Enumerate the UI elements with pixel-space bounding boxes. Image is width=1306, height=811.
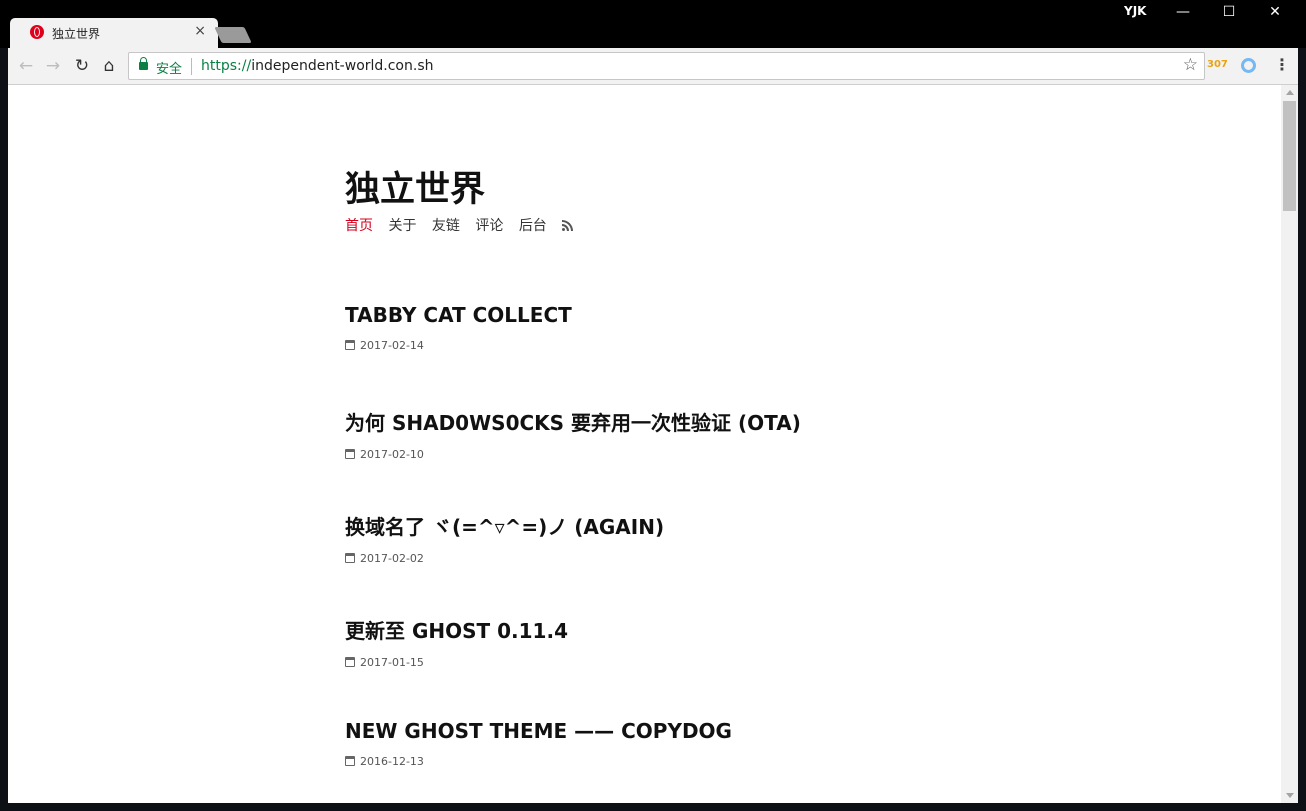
nav-item-about[interactable]: 关于 (388, 218, 416, 234)
post-date: 2017-02-02 (345, 552, 664, 565)
nav-item-admin[interactable]: 后台 (519, 218, 547, 234)
reload-button[interactable]: ↻ (71, 54, 93, 78)
post-date: 2016-12-13 (345, 755, 732, 768)
post-date-text: 2017-02-14 (360, 339, 424, 352)
window-frame-bottom (0, 803, 1306, 811)
nav-item-comments[interactable]: 评论 (475, 218, 503, 234)
post-date: 2017-02-10 (345, 448, 801, 461)
post-title[interactable]: 更新至 GHOST 0.11.4 (345, 615, 568, 644)
browser-tab[interactable]: 独立世界 × (10, 18, 218, 48)
opera-icon (30, 25, 44, 39)
nav-item-links[interactable]: 友链 (432, 218, 460, 234)
new-tab-button[interactable] (214, 27, 252, 43)
url-scheme: https:// (201, 58, 252, 74)
forward-button[interactable]: → (42, 54, 64, 78)
maximize-button[interactable]: ☐ (1214, 4, 1244, 20)
close-window-button[interactable]: ✕ (1260, 4, 1290, 20)
site-nav: 首页 关于 友链 评论 后台 (345, 215, 574, 235)
window-frame-right (1298, 48, 1306, 803)
post-item: NEW GHOST THEME —— COPYDOG 2016-12-13 (345, 719, 732, 768)
calendar-icon (345, 553, 355, 563)
window-frame-left (0, 48, 8, 803)
lock-icon[interactable] (139, 57, 148, 70)
browser-toolbar: ← → ↻ ⌂ 安全 https://independent-world.con… (8, 48, 1298, 85)
calendar-icon (345, 449, 355, 459)
post-item: 更新至 GHOST 0.11.4 2017-01-15 (345, 615, 568, 669)
post-item: 为何 SHAD0WS0CKS 要弃用一次性验证 (OTA) 2017-02-10 (345, 407, 801, 461)
home-button[interactable]: ⌂ (98, 54, 120, 78)
address-bar[interactable]: 安全 https://independent-world.con.sh ☆ (128, 52, 1205, 80)
browser-menu-icon[interactable]: ⋮ (1274, 55, 1290, 74)
minimize-button[interactable]: — (1168, 4, 1198, 20)
scrollbar-thumb[interactable] (1283, 101, 1296, 211)
secure-label[interactable]: 安全 (156, 58, 182, 77)
vertical-scrollbar[interactable] (1281, 85, 1298, 803)
calendar-icon (345, 657, 355, 667)
page-viewport: 独立世界 首页 关于 友链 评论 后台 TABBY CAT COLLECT 20… (8, 85, 1298, 803)
post-title[interactable]: TABBY CAT COLLECT (345, 303, 572, 327)
bookmark-star-icon[interactable]: ☆ (1183, 55, 1198, 75)
site-title[interactable]: 独立世界 (345, 161, 485, 212)
calendar-icon (345, 340, 355, 350)
post-title[interactable]: 换域名了 ヾ(=^▿^=)ノ (AGAIN) (345, 511, 664, 540)
post-date-text: 2017-02-02 (360, 552, 424, 565)
nav-item-home[interactable]: 首页 (345, 218, 373, 234)
scroll-down-arrow-icon[interactable] (1286, 793, 1294, 798)
tab-close-button[interactable]: × (194, 23, 206, 39)
post-date-text: 2016-12-13 (360, 755, 424, 768)
post-date-text: 2017-02-10 (360, 448, 424, 461)
profile-name[interactable]: YJK (1124, 4, 1146, 18)
post-date-text: 2017-01-15 (360, 656, 424, 669)
url-text[interactable]: https://independent-world.con.sh (201, 58, 434, 74)
extension-circle-icon[interactable] (1241, 58, 1256, 73)
rss-icon[interactable] (562, 220, 574, 231)
post-date: 2017-01-15 (345, 656, 568, 669)
tab-title: 独立世界 (52, 27, 101, 41)
post-item: 换域名了 ヾ(=^▿^=)ノ (AGAIN) 2017-02-02 (345, 511, 664, 565)
calendar-icon (345, 756, 355, 766)
post-title[interactable]: 为何 SHAD0WS0CKS 要弃用一次性验证 (OTA) (345, 407, 801, 436)
window-titlebar: 独立世界 × YJK — ☐ ✕ (0, 0, 1306, 48)
address-divider (191, 58, 192, 75)
back-button[interactable]: ← (15, 54, 37, 78)
scroll-up-arrow-icon[interactable] (1286, 90, 1294, 95)
post-item: TABBY CAT COLLECT 2017-02-14 (345, 303, 572, 352)
post-title[interactable]: NEW GHOST THEME —— COPYDOG (345, 719, 732, 743)
post-date: 2017-02-14 (345, 339, 572, 352)
url-host: independent-world.con.sh (251, 58, 434, 74)
extension-counter-badge[interactable]: 307 (1207, 59, 1228, 70)
